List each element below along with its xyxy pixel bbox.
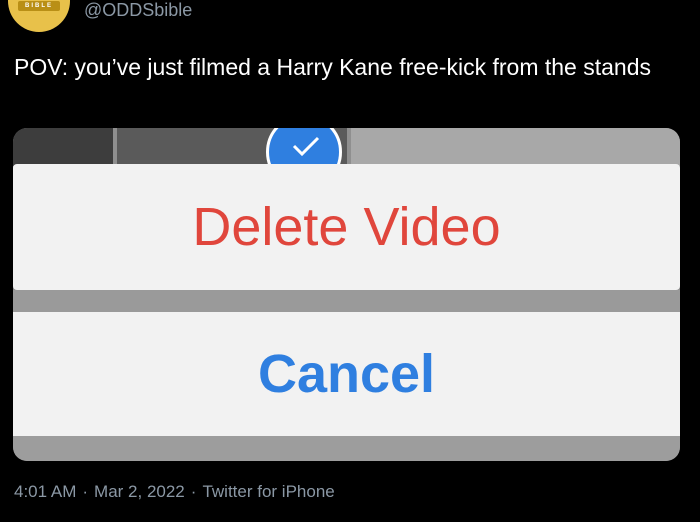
tweet-meta: 4:01 AM · Mar 2, 2022 · Twitter for iPhone [14,482,335,502]
tweet-header: BIBLE @ODDSbible [0,0,700,40]
video-thumbnail [13,128,113,166]
meta-separator: · [190,482,197,501]
delete-video-button[interactable]: Delete Video [13,164,680,290]
video-thumbnail-strip [13,128,680,166]
avatar[interactable]: BIBLE [8,0,70,32]
avatar-badge: BIBLE [18,1,60,11]
tweet-source[interactable]: Twitter for iPhone [202,482,334,501]
video-thumbnail [351,128,680,166]
tweet-time[interactable]: 4:01 AM [14,482,76,501]
meta-separator: · [82,482,89,501]
action-sheet-edge [13,436,680,461]
action-sheet-divider [13,290,680,312]
user-handle[interactable]: @ODDSbible [84,0,192,21]
cancel-button[interactable]: Cancel [13,312,680,436]
tweet-media[interactable]: Delete Video Cancel [13,128,680,461]
tweet-text: POV: you’ve just filmed a Harry Kane fre… [14,54,652,80]
tweet-date[interactable]: Mar 2, 2022 [94,482,185,501]
